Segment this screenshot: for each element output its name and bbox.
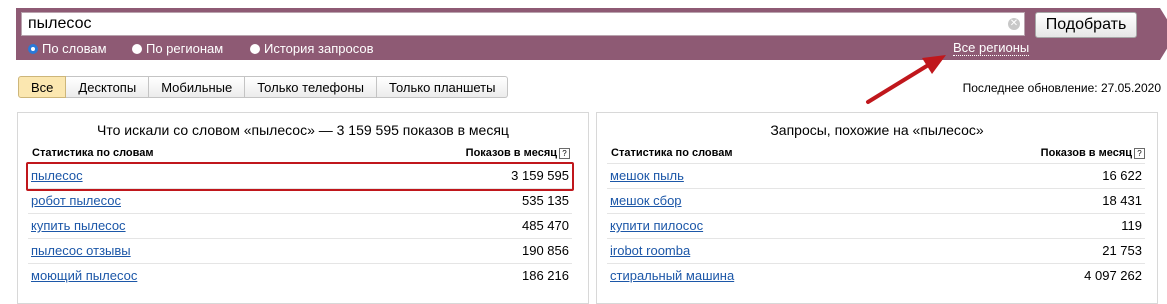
table-row: стиральный машина 4 097 262 <box>607 263 1145 289</box>
clear-icon[interactable]: ✕ <box>1008 18 1020 30</box>
shows-value: 16 622 <box>1102 168 1142 183</box>
all-regions-link[interactable]: Все регионы <box>953 41 1030 56</box>
keyword-link[interactable]: робот пылесос <box>31 189 121 212</box>
keyword-link[interactable]: пылесос <box>31 164 83 187</box>
tab-phones-only[interactable]: Только телефоны <box>245 76 378 98</box>
panel-title: Что искали со словом «пылесос» — 3 159 5… <box>97 122 509 138</box>
col-words-header: Статистика по словам <box>611 147 733 159</box>
table-row: купить пылесос 485 470 <box>28 213 572 239</box>
shows-value: 186 216 <box>522 268 569 283</box>
keyword-link[interactable]: купити пилосос <box>610 214 703 237</box>
help-icon[interactable]: ? <box>1134 148 1145 159</box>
tab-mobile[interactable]: Мобильные <box>149 76 246 98</box>
table-row: пылесос 3 159 595 <box>26 162 574 191</box>
table-row: мешок сбор 18 431 <box>607 188 1145 214</box>
keyword-link[interactable]: мешок сбор <box>610 189 682 212</box>
col-shows-header: Показов в месяц? <box>1041 147 1145 159</box>
device-tabs: Все Десктопы Мобильные Только телефоны Т… <box>18 76 509 98</box>
tab-desktops[interactable]: Десктопы <box>66 76 150 98</box>
table-row: купити пилосос 119 <box>607 213 1145 239</box>
shows-value: 18 431 <box>1102 193 1142 208</box>
radio-icon <box>132 44 142 54</box>
annotation-arrow <box>866 55 946 104</box>
radio-history[interactable]: История запросов <box>250 41 374 56</box>
table-row: irobot roomba 21 753 <box>607 238 1145 264</box>
table-row: мешок пыль 16 622 <box>607 163 1145 189</box>
similar-queries-panel: Запросы, похожие на «пылесос» Статистика… <box>596 112 1158 304</box>
table-row: пылесос отзывы 190 856 <box>28 238 572 264</box>
help-icon[interactable]: ? <box>559 148 570 159</box>
submit-button[interactable]: Подобрать <box>1035 12 1137 38</box>
table-row: моющий пылесос 186 216 <box>28 263 572 289</box>
words-stats-panel: Что искали со словом «пылесос» — 3 159 5… <box>17 112 589 304</box>
radio-by-regions[interactable]: По регионам <box>132 41 223 56</box>
keyword-link[interactable]: стиральный машина <box>610 264 734 287</box>
tab-all[interactable]: Все <box>18 76 67 98</box>
radio-selected-icon <box>28 44 38 54</box>
keyword-link[interactable]: пылесос отзывы <box>31 239 131 262</box>
keyword-link[interactable]: irobot roomba <box>610 239 690 262</box>
radio-icon <box>250 44 260 54</box>
shows-value: 190 856 <box>522 243 569 258</box>
keyword-link[interactable]: мешок пыль <box>610 164 684 187</box>
table-row: робот пылесос 535 135 <box>28 188 572 214</box>
search-input[interactable] <box>21 12 1025 36</box>
keyword-link[interactable]: купить пылесос <box>31 214 126 237</box>
shows-value: 485 470 <box>522 218 569 233</box>
shows-value: 4 097 262 <box>1084 268 1142 283</box>
col-shows-header: Показов в месяц? <box>466 147 570 159</box>
radio-by-words[interactable]: По словам <box>28 41 107 56</box>
shows-value: 535 135 <box>522 193 569 208</box>
keyword-link[interactable]: моющий пылесос <box>31 264 137 287</box>
col-words-header: Статистика по словам <box>32 147 154 159</box>
tab-tablets-only[interactable]: Только планшеты <box>377 76 509 98</box>
panel-title: Запросы, похожие на «пылесос» <box>770 122 984 138</box>
shows-value: 21 753 <box>1102 243 1142 258</box>
last-update-label: Последнее обновление: 27.05.2020 <box>962 81 1161 95</box>
shows-value: 119 <box>1121 218 1142 233</box>
shows-value: 3 159 595 <box>511 168 569 183</box>
